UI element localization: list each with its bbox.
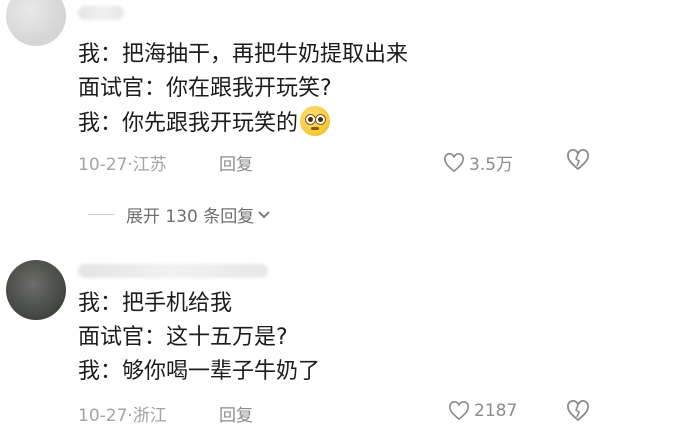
username-blurred[interactable] [78, 6, 124, 20]
comment-line-text: 我：你先跟我开玩笑的 [78, 111, 299, 136]
comment-line: 我：你先跟我开玩笑的 [78, 106, 331, 141]
reply-button[interactable]: 回复 [219, 150, 253, 175]
like-count: 3.5万 [469, 155, 514, 175]
comment-line: 我：把海抽干，再把牛奶提取出来 [78, 42, 409, 67]
like-button[interactable]: 3.5万 [443, 150, 513, 175]
broken-heart-icon[interactable] [566, 149, 590, 171]
broken-heart-icon[interactable] [566, 400, 590, 422]
like-button[interactable]: 2187 [448, 401, 517, 421]
comment-meta: 10-27·浙江 [78, 406, 167, 426]
heart-outline-icon [449, 401, 469, 421]
comment-line: 我：把手机给我 [78, 291, 233, 316]
comment-line: 我：够你喝一辈子牛奶了 [78, 359, 321, 384]
expand-replies-button[interactable]: 展开 130 条回复 [88, 202, 271, 227]
chevron-down-icon [258, 210, 270, 218]
avatar[interactable] [6, 260, 66, 320]
avatar[interactable] [6, 0, 66, 46]
comment-meta: 10-27·江苏 [78, 155, 167, 175]
divider [88, 214, 114, 215]
like-count: 2187 [474, 401, 518, 421]
expand-replies-label: 展开 130 条回复 [126, 207, 255, 227]
username-blurred[interactable] [78, 264, 268, 278]
smiling-face-emoji-icon [300, 106, 331, 136]
reply-button[interactable]: 回复 [219, 401, 253, 426]
heart-outline-icon [444, 152, 464, 172]
comment-line: 面试官：这十五万是? [78, 325, 288, 350]
comment-line: 面试官：你在跟我开玩笑? [78, 76, 332, 101]
